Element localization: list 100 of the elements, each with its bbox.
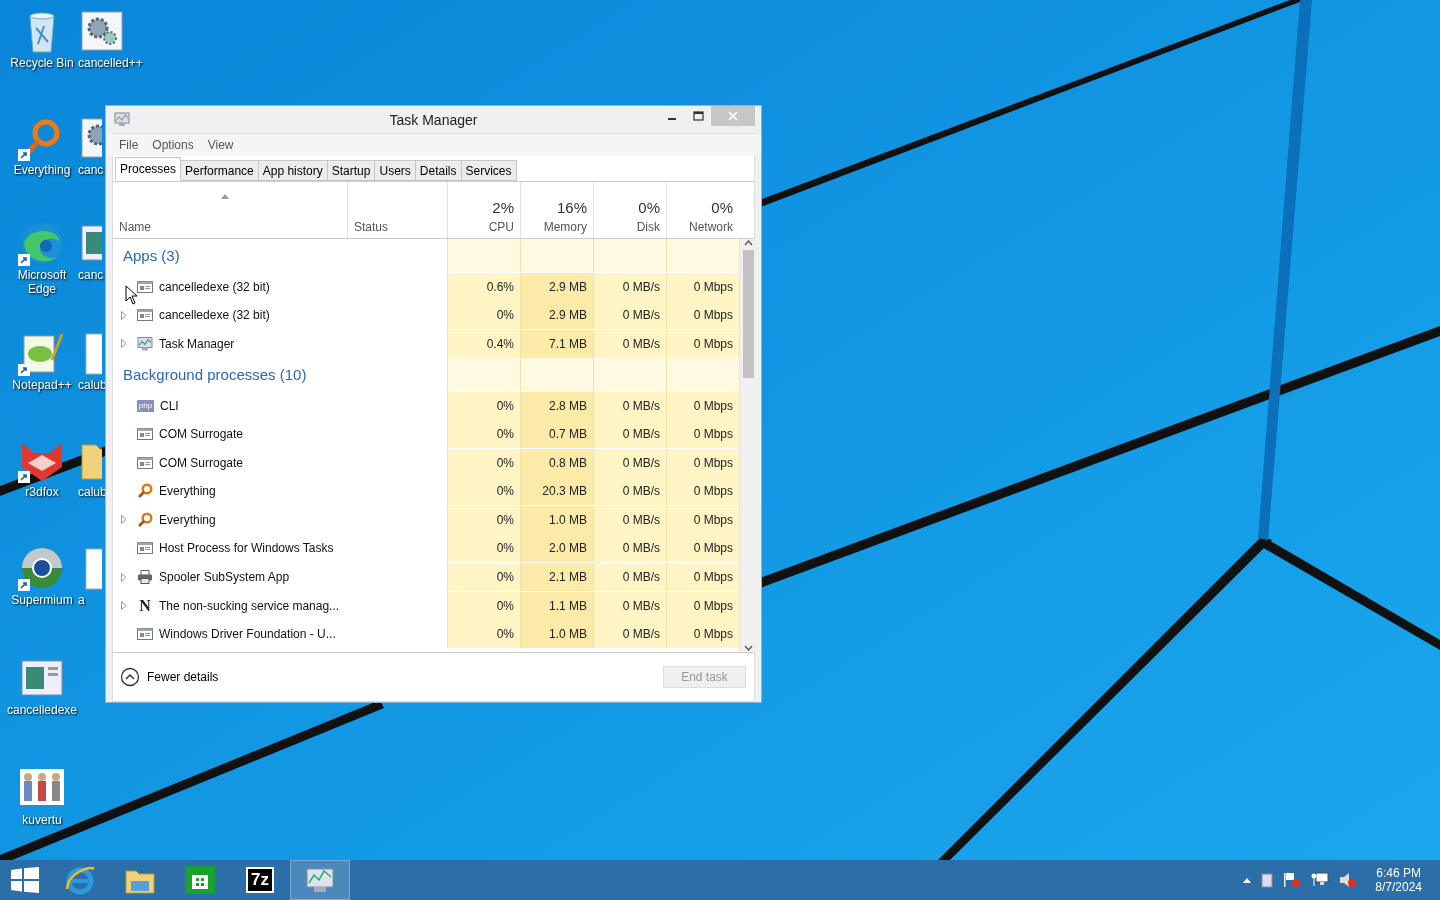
window-icon xyxy=(137,626,153,643)
column-header[interactable]: 0% Disk xyxy=(593,182,666,238)
column-header[interactable]: Name xyxy=(113,182,347,238)
network-cell: 0 Mbps xyxy=(666,391,739,420)
network-cell: 0 Mbps xyxy=(666,448,739,477)
memory-cell: 7.1 MB xyxy=(520,329,593,358)
taskbar-app[interactable]: 7z xyxy=(230,860,290,900)
tab[interactable]: Users xyxy=(374,160,416,181)
column-label: Network xyxy=(689,220,733,234)
monitor-chart-icon xyxy=(137,335,153,352)
window-title: Task Manager xyxy=(389,111,478,128)
menu-item[interactable]: Options xyxy=(145,138,201,152)
desktop-icon-label[interactable]: Microsoft Edge xyxy=(6,268,78,296)
expand-caret-icon[interactable] xyxy=(121,515,127,525)
tab[interactable]: Details xyxy=(414,160,462,181)
desktop-icon-label[interactable]: Recycle Bin xyxy=(10,56,74,70)
memory-cell: 2.8 MB xyxy=(520,391,593,420)
tray-up-icon[interactable] xyxy=(1243,877,1252,883)
fewer-details-button[interactable]: Fewer details xyxy=(120,667,219,687)
expand-caret-icon[interactable] xyxy=(121,310,127,320)
memory-cell: 0.8 MB xyxy=(520,448,593,477)
process-name: COM Surrogate xyxy=(159,455,244,470)
memory-cell: 1.0 MB xyxy=(520,620,593,649)
scroll-down-icon[interactable] xyxy=(743,644,753,652)
column-label: CPU xyxy=(488,220,514,234)
taskbar-app[interactable] xyxy=(290,860,350,900)
n-letter-icon: N xyxy=(137,597,153,614)
network-cell: 0 Mbps xyxy=(666,563,739,591)
column-label: Disk xyxy=(636,220,660,234)
menu-item[interactable]: View xyxy=(200,138,241,152)
tab[interactable]: Performance xyxy=(180,160,259,181)
network-cell: 0 Mbps xyxy=(666,534,739,563)
memory-cell: 2.0 MB xyxy=(520,534,593,563)
desktop-icon-label[interactable]: cancelled++ xyxy=(78,56,143,70)
column-label: Name xyxy=(119,220,152,234)
magnifier-icon xyxy=(137,483,153,500)
column-header[interactable]: Status xyxy=(347,182,447,238)
process-name: Task Manager xyxy=(159,336,235,351)
usage-percent: 2% xyxy=(492,199,514,216)
memory-cell: 1.0 MB xyxy=(520,505,593,534)
process-name: Windows Driver Foundation - U... xyxy=(159,627,336,642)
clock-date: 8/7/2024 xyxy=(1375,880,1422,894)
desktop-icon-label[interactable]: canc xyxy=(78,163,104,177)
column-header[interactable]: 2% CPU xyxy=(447,182,520,238)
process-name: Spooler SubSystem App xyxy=(159,570,290,584)
windows-logo-icon xyxy=(11,867,39,893)
disk-cell: 0 MB/s xyxy=(593,391,666,420)
scrollbar[interactable] xyxy=(739,239,756,652)
memory-cell: 2.9 MB xyxy=(520,272,593,301)
column-label: Status xyxy=(354,220,390,234)
cpu-cell: 0% xyxy=(447,505,520,534)
process-name: Everything xyxy=(159,512,216,527)
e-globe-icon xyxy=(64,865,96,895)
expand-caret-icon[interactable] xyxy=(121,572,127,582)
network-cell: 0 Mbps xyxy=(666,301,739,330)
process-name: The non-sucking service manag... xyxy=(159,598,340,613)
memory-cell: 2.1 MB xyxy=(520,563,593,591)
column-header[interactable]: 0% Network xyxy=(666,182,739,238)
tab[interactable]: Processes xyxy=(115,157,182,181)
network-cell: 0 Mbps xyxy=(666,272,739,301)
monitor-chart-icon xyxy=(304,865,336,895)
disk-cell: 0 MB/s xyxy=(593,591,666,620)
cpu-cell: 0% xyxy=(447,477,520,506)
memory-cell: 20.3 MB xyxy=(520,477,593,506)
disk-cell: 0 MB/s xyxy=(593,477,666,506)
speaker-icon[interactable] xyxy=(1339,872,1358,888)
network-cell: 0 Mbps xyxy=(666,620,739,649)
expand-caret-icon[interactable] xyxy=(121,339,127,349)
desktop-icon-label[interactable]: Notepad++ xyxy=(12,378,72,392)
memory-cell: 0.7 MB xyxy=(520,420,593,449)
network-cell: 0 Mbps xyxy=(666,477,739,506)
mouse-cursor-icon xyxy=(125,285,138,305)
cpu-cell: 0% xyxy=(447,534,520,563)
network-cell: 0 Mbps xyxy=(666,329,739,358)
menu-item[interactable]: File xyxy=(112,138,146,152)
disk-cell: 0 MB/s xyxy=(593,272,666,301)
network-icon[interactable] xyxy=(1311,872,1330,888)
desktop-icon-label[interactable]: canc xyxy=(78,268,104,282)
expand-caret-icon[interactable] xyxy=(121,601,127,611)
process-name: COM Surrogate xyxy=(159,427,244,442)
flag-icon[interactable] xyxy=(1283,872,1302,888)
scroll-up-icon[interactable] xyxy=(743,239,753,247)
memory-cell: 1.1 MB xyxy=(520,591,593,620)
tab[interactable]: Services xyxy=(460,160,517,181)
tab[interactable]: App history xyxy=(257,160,328,181)
7z-icon: 7z xyxy=(246,867,274,893)
php-icon: php xyxy=(137,399,154,412)
window-icon xyxy=(137,454,153,471)
clock[interactable]: 6:46 PM 8/7/2024 xyxy=(1375,866,1422,894)
collapse-circle-icon xyxy=(120,667,140,687)
desktop-icon-label[interactable]: Everything xyxy=(13,163,71,177)
minimize-icon xyxy=(668,118,676,120)
column-header[interactable]: 16% Memory xyxy=(520,182,593,238)
disk-cell: 0 MB/s xyxy=(593,534,666,563)
usage-percent: 16% xyxy=(556,199,587,216)
scroll-thumb[interactable] xyxy=(742,250,754,378)
note-icon[interactable] xyxy=(1261,872,1274,888)
cpu-cell: 0% xyxy=(447,391,520,420)
tab[interactable]: Startup xyxy=(326,160,376,181)
memory-cell: 2.9 MB xyxy=(520,301,593,330)
